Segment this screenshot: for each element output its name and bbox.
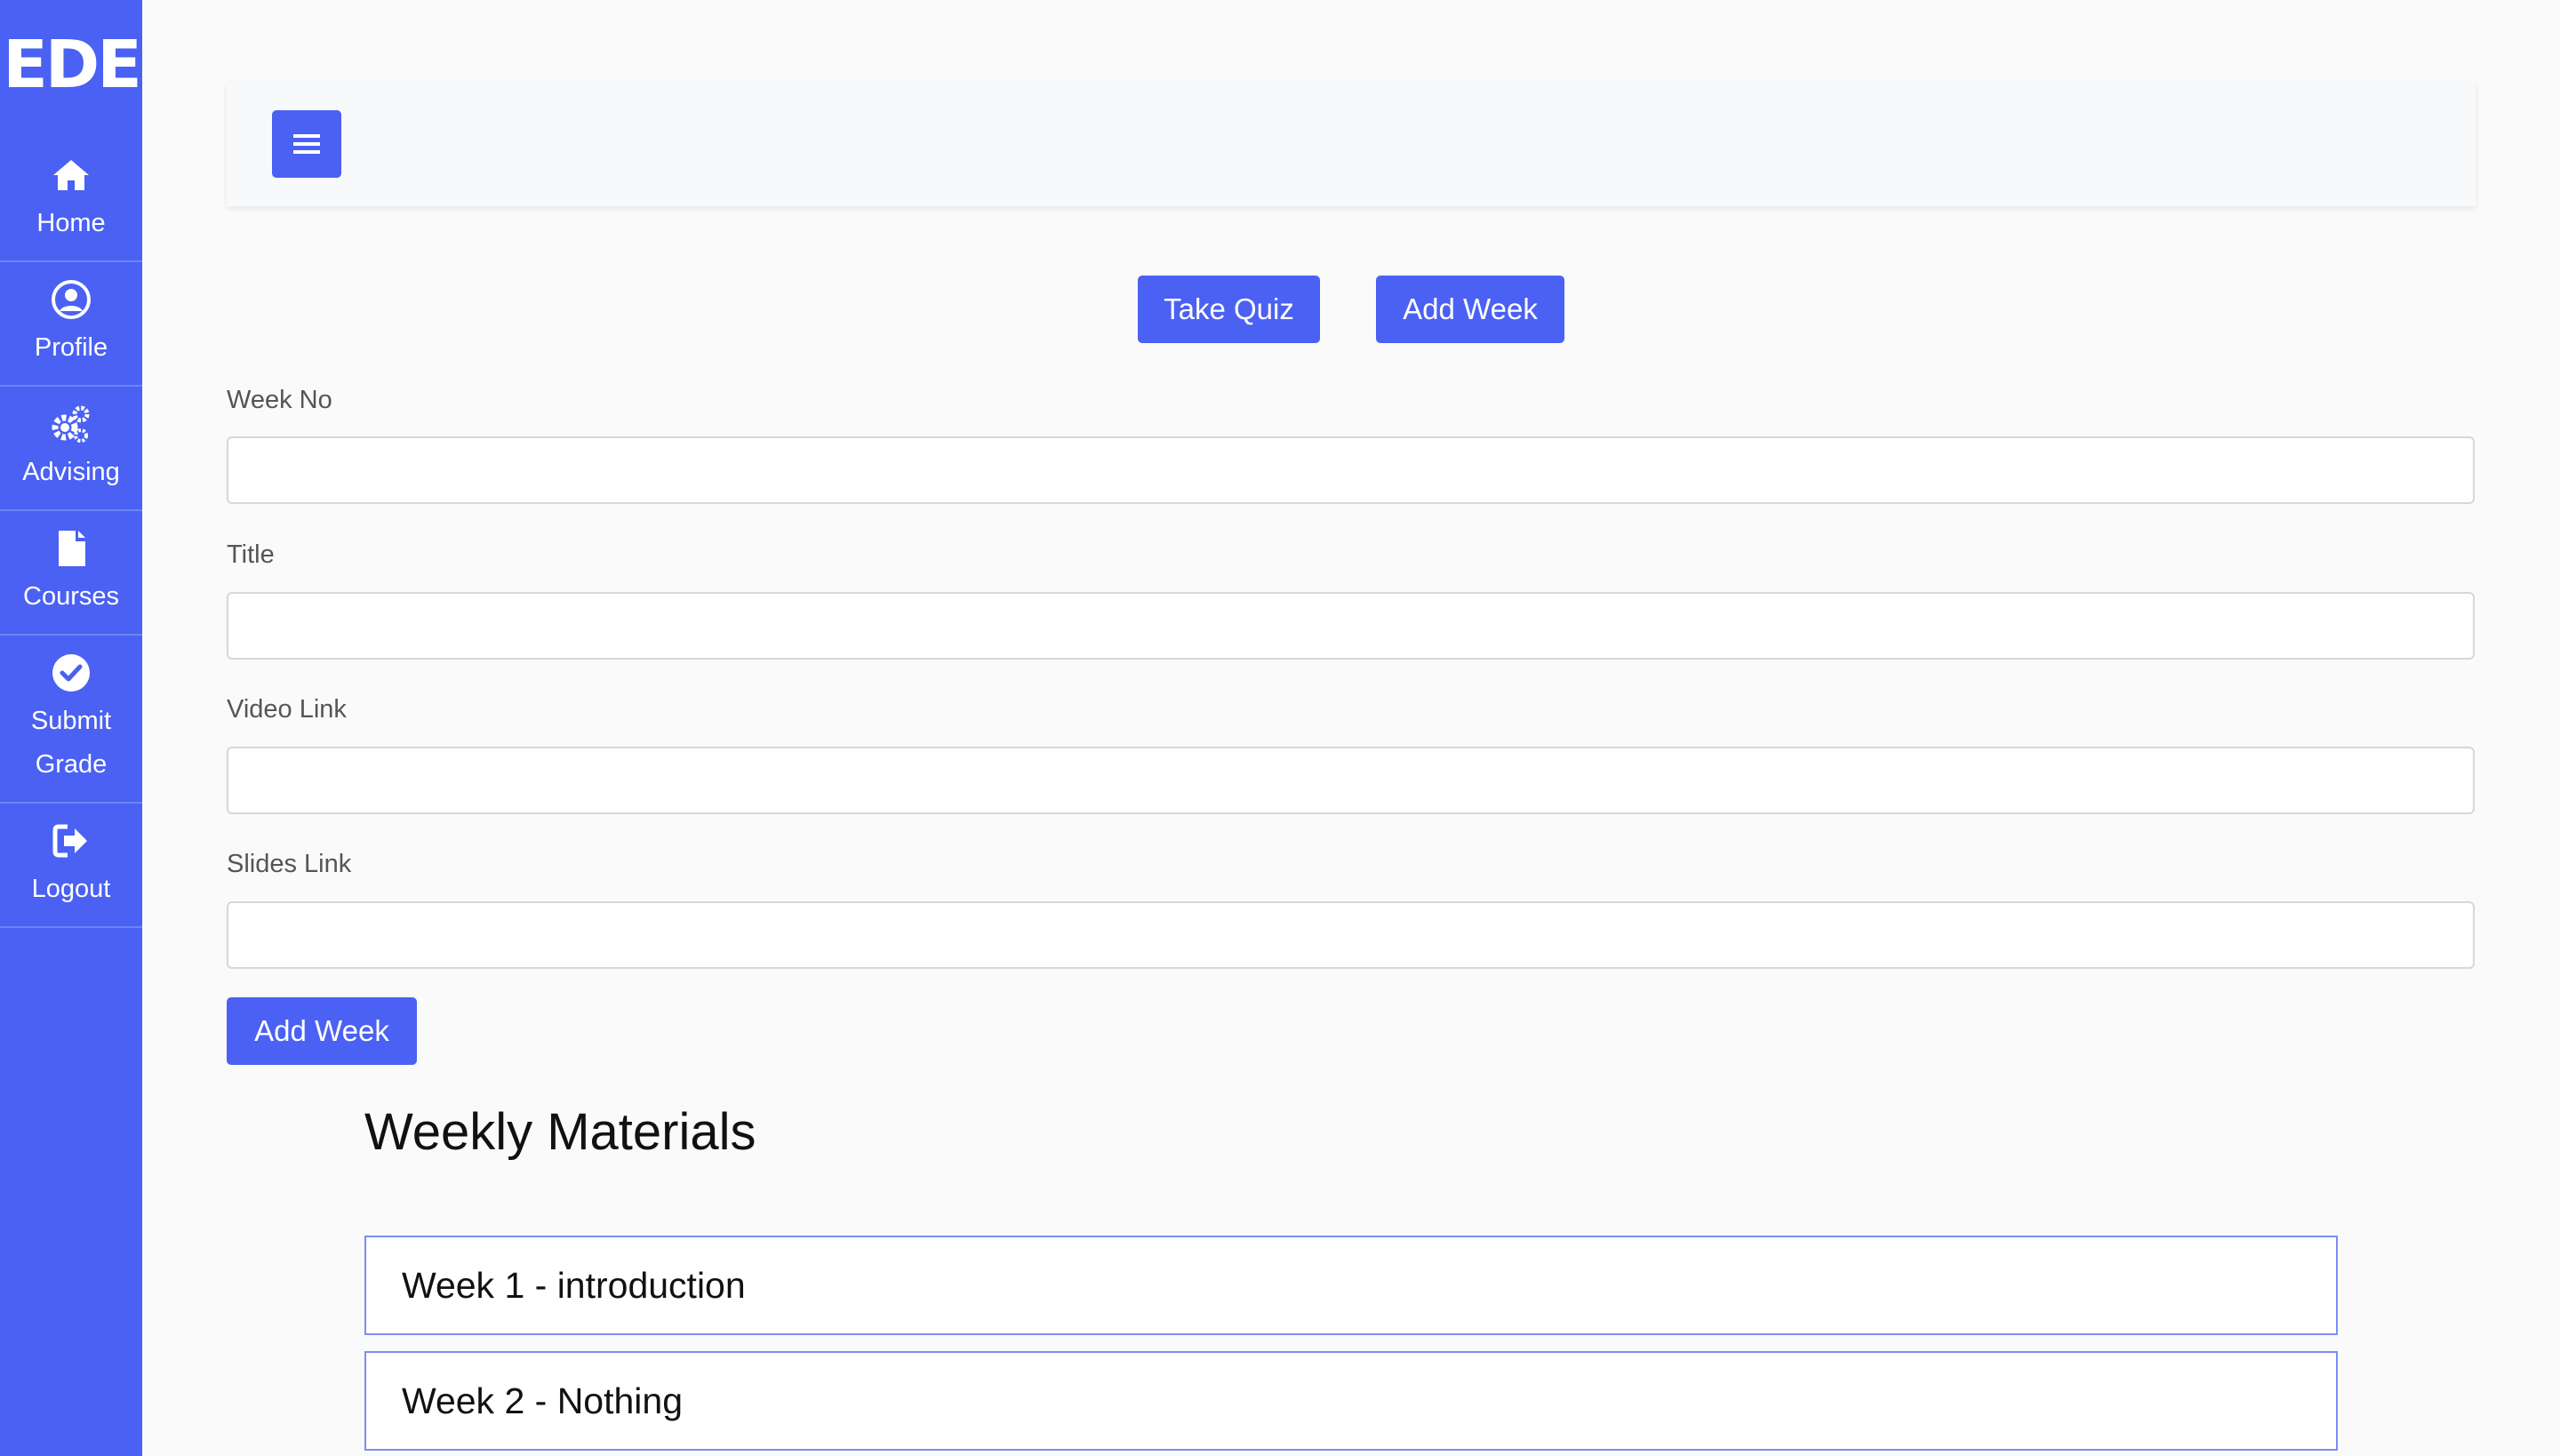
sidebar-item-advising[interactable]: Advising xyxy=(0,387,142,511)
week-item-label: Week 1 - introduction xyxy=(402,1264,746,1306)
weekly-materials-heading: Weekly Materials xyxy=(364,1103,756,1161)
sidebar-item-submit-grade[interactable]: Submit Grade xyxy=(0,636,142,804)
check-circle-icon xyxy=(50,652,92,694)
menu-icon xyxy=(293,132,320,156)
sidebar-item-courses[interactable]: Courses xyxy=(0,511,142,636)
sidebar-item-label: Submit Grade xyxy=(30,706,112,779)
sidebar-item-label: Profile xyxy=(34,332,108,362)
user-circle-icon xyxy=(50,278,92,321)
slides-link-label: Slides Link xyxy=(227,850,352,878)
week-item-label: Week 2 - Nothing xyxy=(402,1380,684,1421)
title-input[interactable] xyxy=(227,592,2475,660)
sidebar-item-profile[interactable]: Profile xyxy=(0,262,142,387)
add-week-submit-button[interactable]: Add Week xyxy=(227,997,417,1065)
sidebar-item-label: Courses xyxy=(23,581,119,611)
sidebar-item-home[interactable]: Home xyxy=(0,138,142,262)
gears-icon xyxy=(50,403,92,445)
sidebar: EDE Home Profile Advising Courses Submit… xyxy=(0,0,142,1456)
week-item[interactable]: Week 1 - introduction xyxy=(364,1236,2338,1335)
sidebar-item-label: Home xyxy=(36,208,106,237)
take-quiz-button[interactable]: Take Quiz xyxy=(1138,276,1320,343)
sidebar-item-logout[interactable]: Logout xyxy=(0,804,142,928)
sidebar-toggle-button[interactable] xyxy=(272,110,341,178)
title-label: Title xyxy=(227,540,275,569)
logo[interactable]: EDE xyxy=(0,0,142,138)
sidebar-item-label: Logout xyxy=(31,874,111,903)
main-content: Take Quiz Add Week Week No Title Video L… xyxy=(227,0,2476,1456)
add-week-toggle-button[interactable]: Add Week xyxy=(1376,276,1564,343)
top-navbar xyxy=(227,82,2476,206)
file-icon xyxy=(50,527,92,570)
video-link-input[interactable] xyxy=(227,747,2475,814)
week-item[interactable]: Week 2 - Nothing xyxy=(364,1351,2338,1451)
week-no-input[interactable] xyxy=(227,436,2475,504)
slides-link-input[interactable] xyxy=(227,901,2475,969)
video-link-label: Video Link xyxy=(227,695,347,724)
home-icon xyxy=(50,154,92,196)
week-no-label: Week No xyxy=(227,386,332,414)
sidebar-item-label: Advising xyxy=(22,457,120,486)
sign-out-icon xyxy=(50,820,92,862)
